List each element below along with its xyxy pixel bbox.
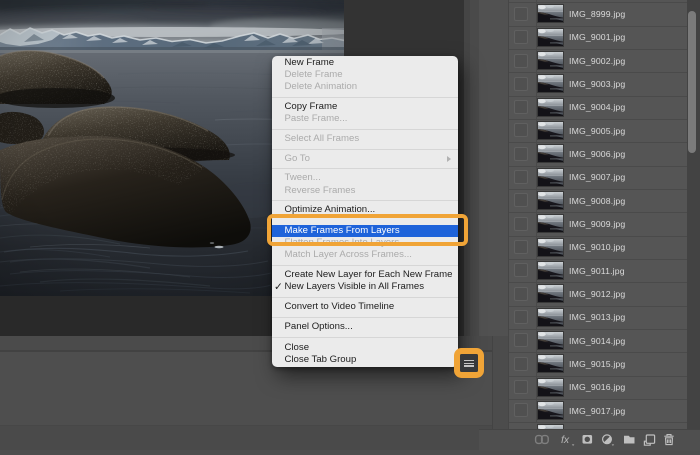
- svg-text:fx: fx: [561, 434, 570, 446]
